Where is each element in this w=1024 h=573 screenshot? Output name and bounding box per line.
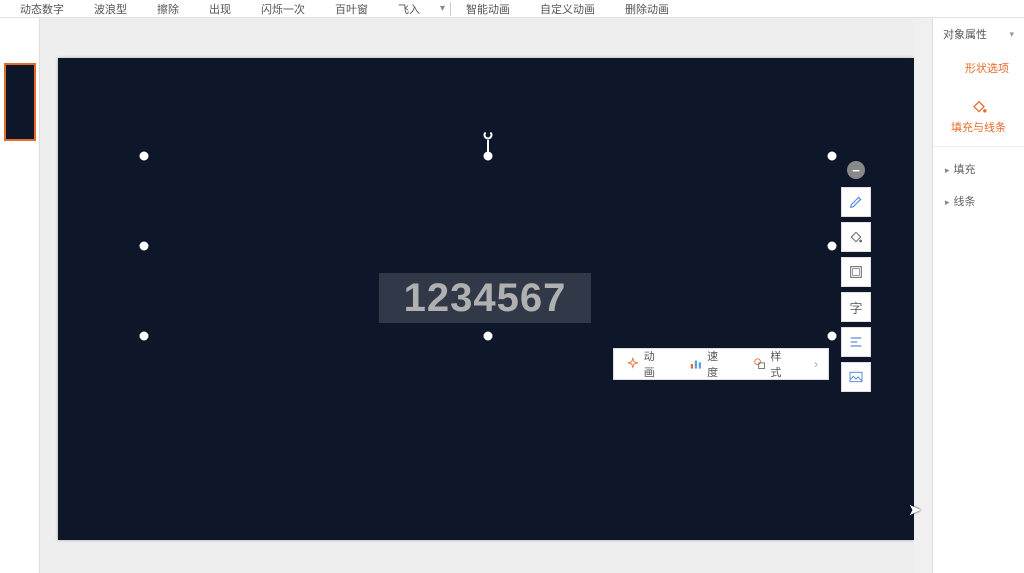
- image-icon: [848, 369, 864, 385]
- fill-stroke-group[interactable]: 填充与线条: [933, 80, 1024, 140]
- shapes-icon: [753, 357, 767, 371]
- fill-button[interactable]: [841, 222, 871, 252]
- custom-animation[interactable]: 自定义动画: [525, 1, 610, 17]
- slide-text-box[interactable]: 1234567: [379, 273, 591, 323]
- ctx-speed-label: 速度: [707, 348, 729, 380]
- fill-stroke-icon: [969, 95, 989, 115]
- outline-button[interactable]: [841, 257, 871, 287]
- ctx-animation[interactable]: 动画: [614, 349, 677, 379]
- anim-flash-once[interactable]: 闪烁一次: [246, 1, 320, 17]
- handle-tm[interactable]: [484, 152, 493, 161]
- anim-blinds[interactable]: 百叶窗: [320, 1, 383, 17]
- slide-text-content: 1234567: [404, 276, 567, 321]
- handle-tr[interactable]: [828, 152, 837, 161]
- panel-dropdown-icon[interactable]: ▾: [1009, 29, 1014, 40]
- ctx-speed[interactable]: 速度: [677, 349, 740, 379]
- thumbnail-panel: [0, 18, 40, 573]
- fill-section[interactable]: 填充: [933, 153, 1024, 185]
- ctx-style-label: 样式: [770, 348, 792, 380]
- fill-icon: [848, 229, 864, 245]
- animation-toolbar: 动态数字 波浪型 擦除 出现 闪烁一次 百叶窗 飞入 ▾ 智能动画 自定义动画 …: [0, 0, 1024, 18]
- outline-icon: [848, 264, 864, 280]
- handle-ml[interactable]: [140, 242, 149, 251]
- handle-mr[interactable]: [828, 242, 837, 251]
- handle-br[interactable]: [828, 332, 837, 341]
- anim-wave[interactable]: 波浪型: [79, 1, 142, 17]
- handle-bl[interactable]: [140, 332, 149, 341]
- panel-separator: [933, 146, 1024, 147]
- main-area: 1234567 动画 速度 样式 › −: [0, 18, 932, 573]
- brush-icon: [848, 194, 864, 210]
- panel-header: 对象属性 ▾: [933, 18, 1024, 50]
- align-button[interactable]: [841, 327, 871, 357]
- vertical-scrollbar[interactable]: [914, 18, 932, 573]
- shape-options-tab[interactable]: 形状选项: [933, 50, 1024, 80]
- anim-dynamic-number[interactable]: 动态数字: [5, 1, 79, 17]
- rotate-handle[interactable]: [484, 131, 493, 140]
- anim-fly-in[interactable]: 飞入: [383, 1, 435, 17]
- anim-wipe[interactable]: 擦除: [142, 1, 194, 17]
- handle-bm[interactable]: [484, 332, 493, 341]
- properties-panel: 对象属性 ▾ 形状选项 填充与线条 填充 线条: [932, 18, 1024, 573]
- handle-tl[interactable]: [140, 152, 149, 161]
- toolbar-more[interactable]: ▾: [435, 3, 450, 14]
- fill-stroke-label: 填充与线条: [951, 119, 1006, 135]
- context-toolbar: 动画 速度 样式 ›: [613, 348, 829, 380]
- sparkle-icon: [626, 357, 640, 371]
- anim-appear[interactable]: 出现: [194, 1, 246, 17]
- text-button[interactable]: 字: [841, 292, 871, 322]
- remove-button[interactable]: −: [847, 161, 865, 179]
- align-icon: [848, 334, 864, 350]
- smart-animation[interactable]: 智能动画: [451, 1, 525, 17]
- canvas-wrapper: 1234567 动画 速度 样式 › −: [40, 18, 914, 573]
- image-button[interactable]: [841, 362, 871, 392]
- slide-thumbnail-1[interactable]: [4, 63, 36, 141]
- slide-canvas[interactable]: 1234567 动画 速度 样式 › −: [58, 58, 914, 540]
- vertical-edit-toolbar: − 字: [841, 161, 871, 392]
- brush-button[interactable]: [841, 187, 871, 217]
- bars-icon: [689, 357, 703, 371]
- ctx-animation-label: 动画: [644, 348, 666, 380]
- ctx-chevron-right[interactable]: ›: [804, 357, 828, 371]
- delete-animation[interactable]: 删除动画: [610, 1, 684, 17]
- stroke-section[interactable]: 线条: [933, 185, 1024, 217]
- panel-title: 对象属性: [943, 26, 987, 42]
- ctx-style[interactable]: 样式: [741, 349, 804, 379]
